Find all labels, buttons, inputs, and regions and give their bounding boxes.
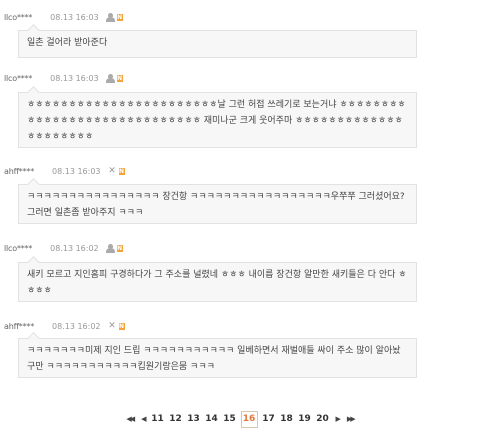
comment-text: ㅋㅋㅋㅋㅋㅋㅋㅋㅋㅋㅋㅋㅋㅋㅋㅋ 장건항 ㅋㅋㅋㅋㅋㅋㅋㅋㅋㅋㅋㅋㅋㅋㅋㅋㅋ우쭈… (18, 184, 417, 224)
page-link[interactable]: 20 (314, 414, 332, 424)
comment-author[interactable]: ahff**** (4, 322, 34, 331)
comment-meta: ahff**** 08.13 16:02 N (4, 319, 125, 333)
comment-meta: llco**** 08.13 16:03 N (4, 10, 123, 24)
page-link[interactable]: 12 (167, 414, 185, 424)
page-link[interactable]: 11 (149, 414, 167, 424)
page-link[interactable]: 17 (260, 414, 278, 424)
x-icon[interactable] (107, 167, 118, 176)
user-icon[interactable] (105, 12, 116, 22)
page-link[interactable]: 13 (185, 414, 203, 424)
first-page-icon[interactable]: ◀◀ (122, 415, 137, 423)
new-badge-icon: N (118, 322, 125, 330)
comment-date: 08.13 16:03 (50, 12, 99, 22)
prev-page-icon[interactable]: ◀ (137, 415, 148, 423)
user-icon[interactable] (105, 243, 116, 253)
comment-meta: llco**** 08.13 16:02 N (4, 241, 123, 255)
comment-meta: ahff**** 08.13 16:03 N (4, 164, 125, 178)
user-icon[interactable] (105, 73, 116, 83)
last-page-icon[interactable]: ▶▶ (343, 415, 358, 423)
next-page-icon[interactable]: ▶ (332, 415, 343, 423)
current-page[interactable]: 16 (240, 410, 258, 428)
comment-author[interactable]: llco**** (4, 13, 32, 22)
comment-author[interactable]: llco**** (4, 74, 32, 83)
pagination: ◀◀ ◀ 11 12 13 14 15 16 17 18 19 20 ▶ ▶▶ (0, 410, 480, 428)
page-link[interactable]: 15 (221, 414, 239, 424)
x-icon[interactable] (107, 322, 118, 331)
comment-author[interactable]: ahff**** (4, 167, 34, 176)
comment-date: 08.13 16:03 (52, 166, 101, 176)
comment-text: ㅎㅎㅎㅎㅎㅎㅎㅎㅎㅎㅎㅎㅎㅎㅎㅎㅎㅎㅎㅎㅎㅎㅎ날 그런 허접 쓰레기로 보는거냐… (18, 92, 417, 148)
comment-text: ㅋㅋㅋㅋㅋㅋㅋ미제 지인 드립 ㅋㅋㅋㅋㅋㅋㅋㅋㅋㅋㅋ 일베하면서 재벌애들 싸… (18, 338, 417, 378)
new-badge-icon: N (118, 167, 125, 175)
comment-date: 08.13 16:02 (52, 321, 101, 331)
comment-meta: llco**** 08.13 16:03 N (4, 71, 123, 85)
new-badge-icon: N (116, 74, 123, 82)
comment-author[interactable]: llco**** (4, 244, 32, 253)
new-badge-icon: N (116, 13, 123, 21)
comment-text: 일촌 걸어라 받아준다 (18, 30, 417, 58)
comment-text: 새키 모르고 지인홈피 구경하다가 그 주소를 널렸네 ㅎㅎㅎ 내이름 장건항 … (18, 262, 417, 302)
page-link[interactable]: 18 (278, 414, 296, 424)
new-badge-icon: N (116, 244, 123, 252)
comment-date: 08.13 16:02 (50, 243, 99, 253)
page-link[interactable]: 19 (296, 414, 314, 424)
comment-date: 08.13 16:03 (50, 73, 99, 83)
page-link[interactable]: 14 (203, 414, 221, 424)
